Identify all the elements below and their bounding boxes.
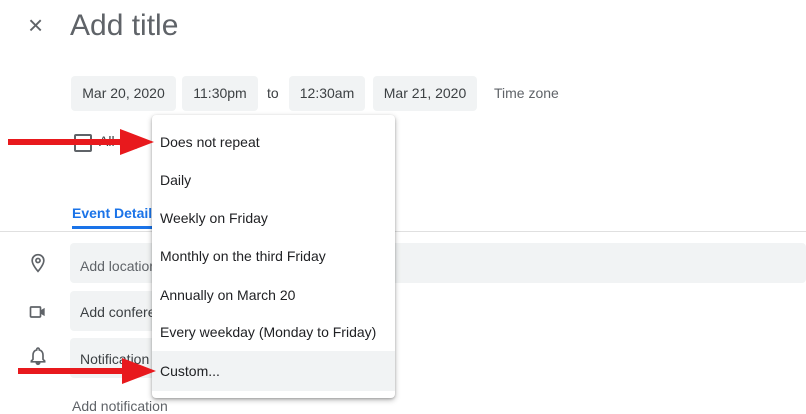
red-arrow-icon xyxy=(8,129,154,155)
tab-divider xyxy=(0,231,806,232)
red-arrow-icon xyxy=(18,358,156,384)
menu-item-monthly[interactable]: Monthly on the third Friday xyxy=(152,237,395,276)
tab-indicator xyxy=(72,226,154,229)
start-time-chip[interactable]: 11:30pm xyxy=(182,76,258,111)
location-icon xyxy=(31,253,45,273)
time-zone-link[interactable]: Time zone xyxy=(494,76,559,111)
end-date-chip[interactable]: Mar 21, 2020 xyxy=(373,76,477,111)
menu-item-custom[interactable]: Custom... xyxy=(152,351,395,391)
title-input[interactable] xyxy=(70,4,790,48)
close-icon[interactable]: × xyxy=(28,11,50,39)
menu-item-every-weekday[interactable]: Every weekday (Monday to Friday) xyxy=(152,313,395,352)
start-date-chip[interactable]: Mar 20, 2020 xyxy=(71,76,176,111)
menu-item-daily[interactable]: Daily xyxy=(152,161,395,200)
menu-item-weekly[interactable]: Weekly on Friday xyxy=(152,199,395,238)
location-placeholder: Add location xyxy=(80,258,158,274)
tab-event-details[interactable]: Event Details xyxy=(72,204,160,222)
video-camera-icon xyxy=(29,306,45,318)
to-label: to xyxy=(267,85,279,101)
menu-item-annually[interactable]: Annually on March 20 xyxy=(152,276,395,315)
end-time-chip[interactable]: 12:30am xyxy=(289,76,365,111)
repeat-menu: Does not repeat Daily Weekly on Friday M… xyxy=(152,115,395,398)
menu-item-does-not-repeat[interactable]: Does not repeat xyxy=(152,123,395,162)
